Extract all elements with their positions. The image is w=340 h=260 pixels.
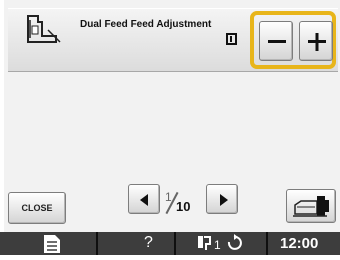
next-page-button[interactable] xyxy=(206,184,238,214)
plus-icon xyxy=(308,33,326,51)
help-button[interactable]: ? xyxy=(144,234,153,252)
prev-page-button[interactable] xyxy=(128,184,160,214)
document-icon xyxy=(44,235,60,253)
status-separator xyxy=(96,232,98,255)
plus-button[interactable] xyxy=(299,21,333,61)
rotate-icon xyxy=(227,234,242,250)
svg-text:1: 1 xyxy=(214,238,221,252)
sewing-machine-icon xyxy=(293,196,329,217)
right-arrow-icon xyxy=(220,194,228,206)
minus-button[interactable] xyxy=(259,21,293,61)
minus-icon xyxy=(268,40,286,43)
status-separator xyxy=(266,232,268,255)
clock: 12:00 xyxy=(280,235,319,252)
status-separator xyxy=(174,232,176,255)
setting-title: Dual Feed Feed Adjustment xyxy=(80,19,212,30)
page-indicator: 1 10 xyxy=(163,187,203,215)
document-button[interactable] xyxy=(38,232,66,255)
feed-value-indicator-icon xyxy=(226,33,237,45)
status-bar: ? 1 12:00 xyxy=(0,232,340,255)
page-total: 10 xyxy=(176,199,191,214)
left-arrow-icon xyxy=(140,194,148,206)
machine-settings-button[interactable] xyxy=(286,189,336,223)
close-button[interactable]: CLOSE xyxy=(8,192,66,224)
dual-feed-foot-icon xyxy=(27,15,61,43)
